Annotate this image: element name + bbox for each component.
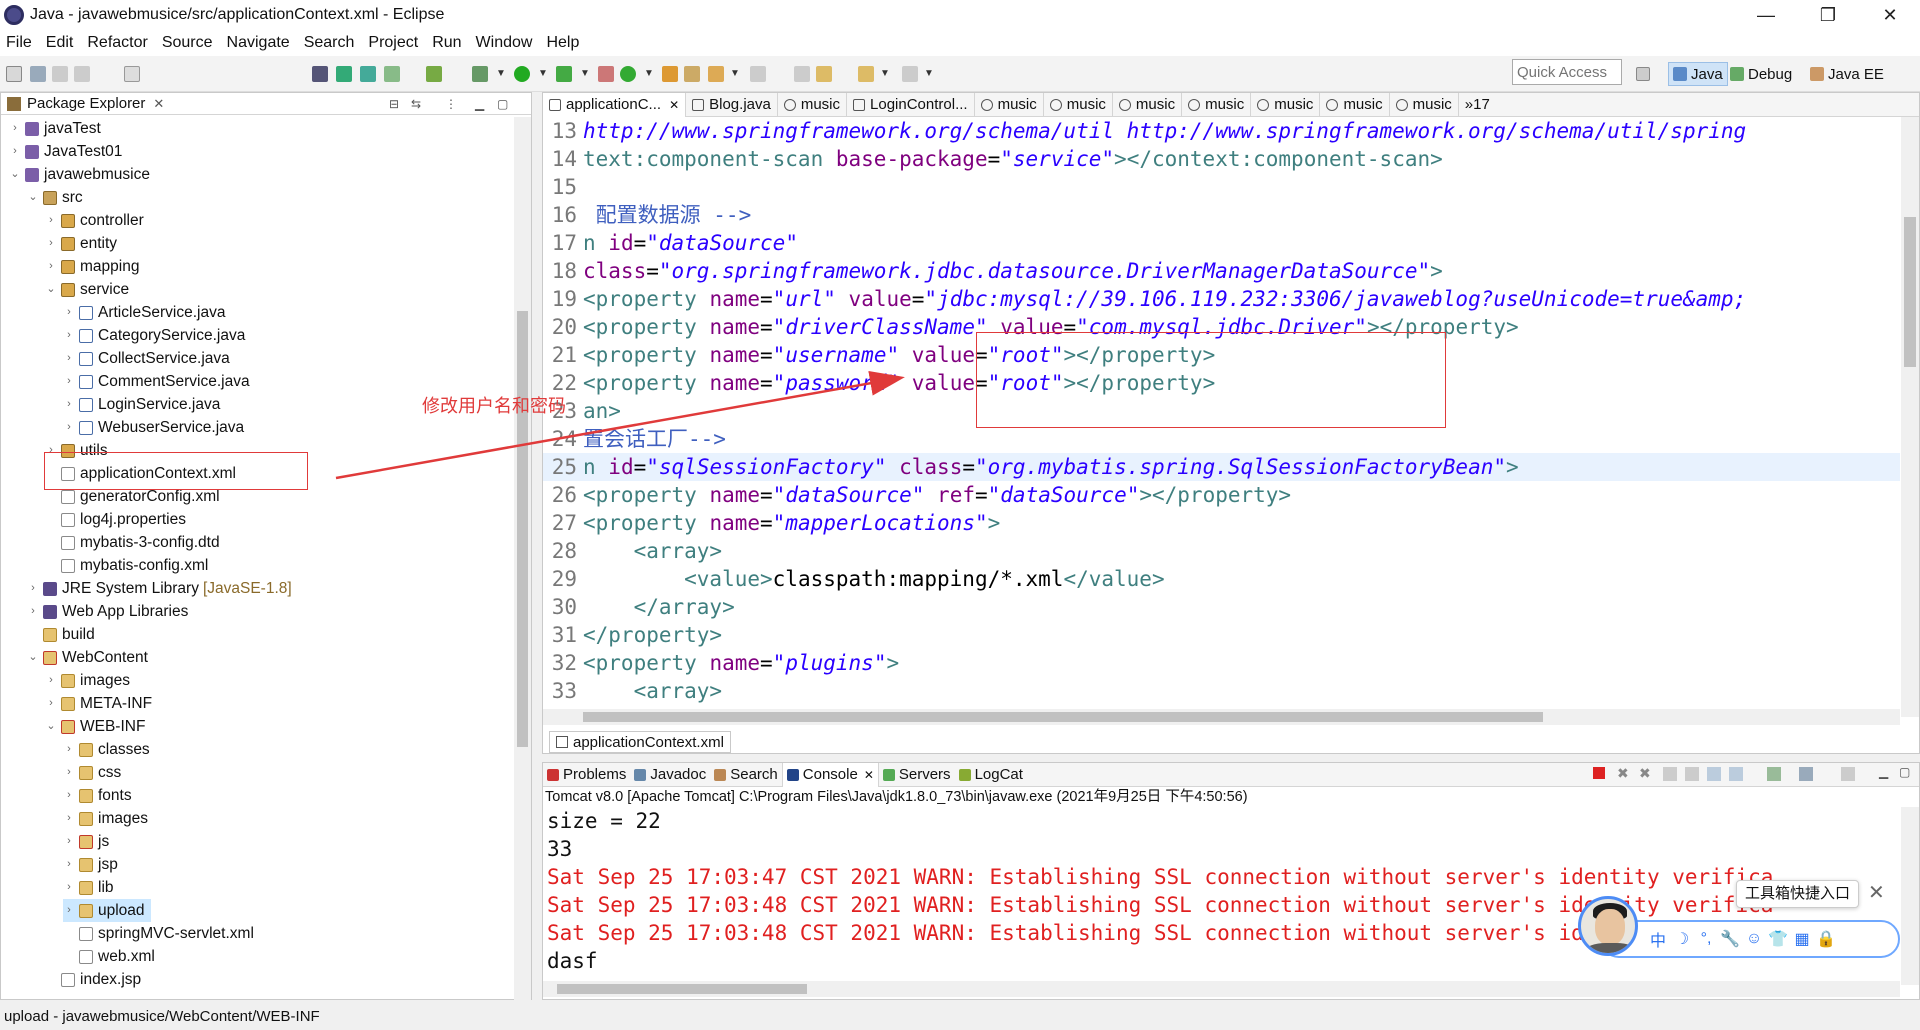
toolbox-tooltip: 工具箱快捷入口 (1736, 880, 1860, 908)
close-icon[interactable]: ✕ (1868, 880, 1885, 905)
input-method-toolbar: 中 ☽ °, 🔧 ☺ 👕 ▦ 🔒 (1600, 920, 1900, 958)
avatar[interactable] (1578, 896, 1638, 956)
punctuation-icon[interactable]: °, (1694, 930, 1718, 948)
avatar-face (1595, 909, 1625, 945)
moon-icon[interactable]: ☽ (1670, 929, 1694, 949)
wrench-icon[interactable]: 🔧 (1718, 929, 1742, 949)
chinese-mode-icon[interactable]: 中 (1646, 927, 1670, 951)
skin-icon[interactable]: 👕 (1766, 929, 1790, 949)
grid-icon[interactable]: ▦ (1790, 929, 1814, 949)
lock-icon[interactable]: 🔒 (1814, 929, 1838, 949)
annotation-arrow (335, 370, 905, 480)
emoji-icon[interactable]: ☺ (1742, 930, 1766, 948)
